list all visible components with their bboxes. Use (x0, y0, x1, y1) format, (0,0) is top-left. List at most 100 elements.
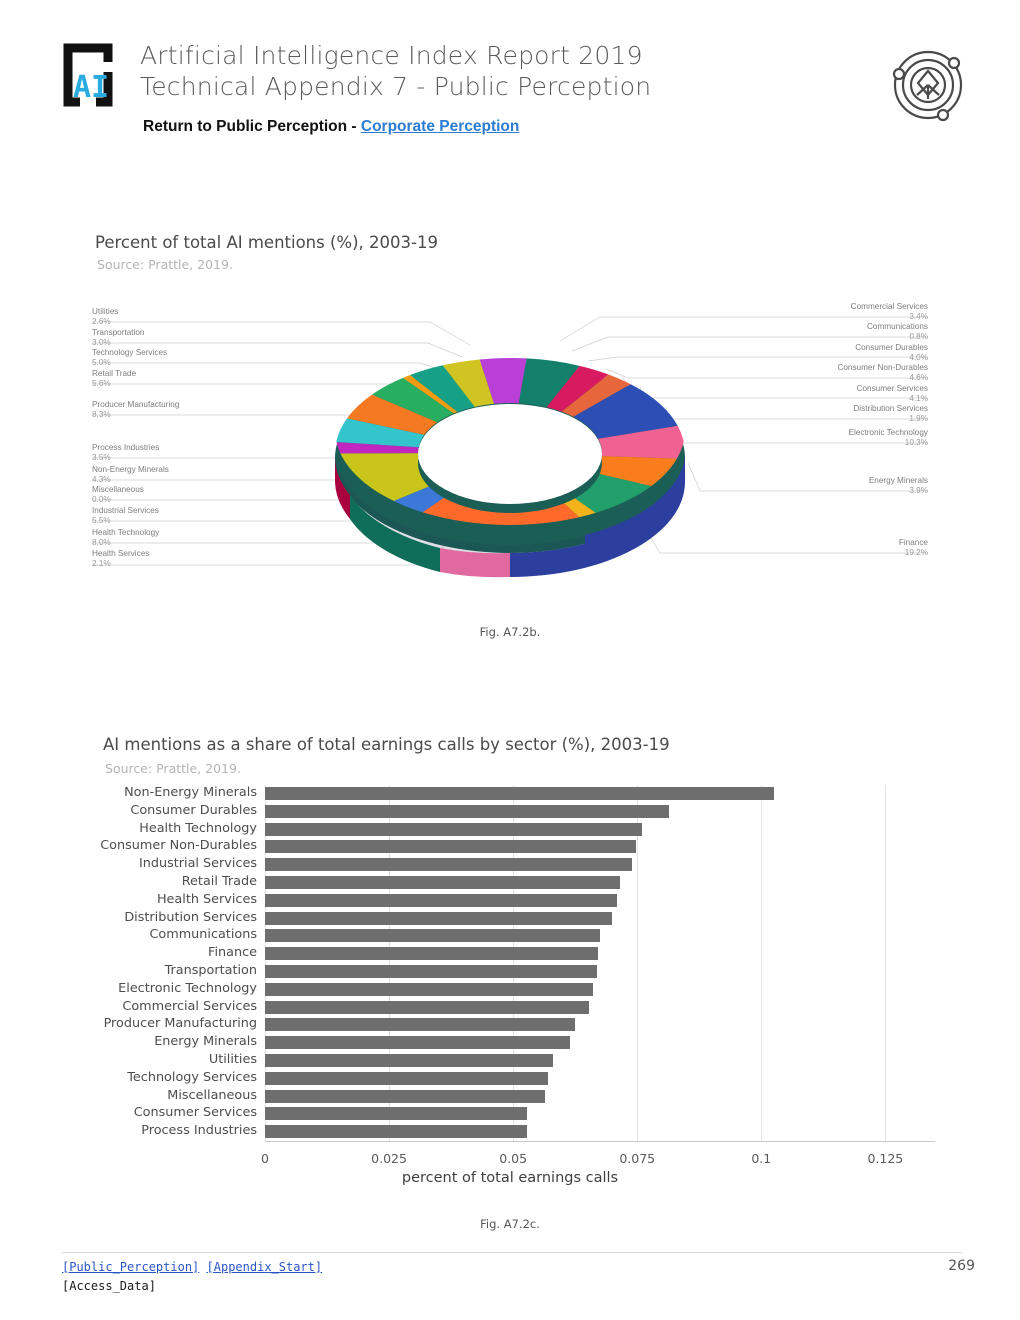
label-name: Communications (867, 322, 928, 331)
bar-row: Miscellaneous (0, 1087, 1020, 1103)
label-name: Commercial Services (850, 302, 928, 311)
return-label: Return to Public Perception - (143, 118, 361, 135)
label-value: 19.2% (904, 548, 928, 557)
bar-row: Commercial Services (0, 998, 1020, 1014)
figure-a7-2b: Percent of total AI mentions (%), 2003-1… (0, 225, 1020, 655)
bar (265, 893, 618, 907)
bar-row: Finance (0, 945, 1020, 961)
donut-label-commercial-services: Commercial Services 3.4% (851, 302, 928, 322)
x-axis-tick: 0.025 (371, 1151, 407, 1166)
bar-row: Transportation (0, 963, 1020, 978)
page-number: 269 (948, 1258, 975, 1274)
bar-category-label: Miscellaneous (167, 1087, 257, 1103)
bar (265, 1125, 528, 1139)
label-name: Electronic Technology (848, 428, 929, 437)
donut-label-non-energy-minerals: Non-Energy Minerals 4.3% (92, 465, 169, 485)
page: AI Artificial Intelligence Index Report … (0, 0, 1020, 1320)
stanford-hai-emblem (886, 43, 970, 127)
bar (265, 911, 613, 925)
label-name: Consumer Services (856, 384, 928, 393)
figure-a7-2c: AI mentions as a share of total earnings… (0, 725, 1020, 1245)
figure1-caption: Fig. A7.2b. (479, 625, 541, 639)
x-axis-line (265, 1141, 935, 1142)
label-name: Process Industries (92, 443, 160, 452)
bar-category-label: Process Industries (141, 1123, 257, 1139)
report-title-line-1: Artificial Intelligence Index Report 201… (140, 41, 643, 70)
donut-label-consumer-services: Consumer Services 4.1% (857, 384, 928, 404)
label-value: 10.3% (904, 438, 928, 447)
label-name: Producer Manufacturing (92, 400, 180, 409)
label-name: Non-Energy Minerals (92, 465, 169, 474)
label-value: 0.8% (909, 332, 928, 341)
bar-row: Consumer Durables (0, 802, 1020, 818)
label-name: Energy Minerals (868, 476, 928, 485)
label-name: Health Technology (92, 528, 160, 537)
donut-label-health-technology: Health Technology 8.0% (92, 528, 159, 548)
donut-label-consumer-durables: Consumer Durables 4.0% (855, 343, 928, 363)
donut-label-health-services: Health Services 2.1% (92, 549, 149, 569)
label-name: Utilities (92, 307, 119, 316)
report-title-line-2: Technical Appendix 7 - Public Perception (140, 72, 652, 101)
bar-row: Process Industries (0, 1123, 1020, 1139)
donut-label-producer-manufacturing: Producer Manufacturing 8.3% (92, 400, 179, 420)
bar-row: Energy Minerals (0, 1034, 1020, 1050)
figure1-title: Percent of total AI mentions (%), 2003-1… (95, 233, 438, 252)
donut-label-energy-minerals: Energy Minerals 3.9% (869, 476, 928, 496)
grid-line (637, 785, 639, 1141)
donut-chart: Utilities 2.6% Transportation 3.0% Techn… (0, 295, 1020, 595)
bar (265, 982, 593, 996)
bar (265, 1089, 546, 1103)
bar-row: Technology Services (0, 1070, 1020, 1085)
bar-category-label: Commercial Services (122, 998, 257, 1014)
grid-line (389, 785, 391, 1141)
label-name: Retail Trade (92, 369, 137, 378)
bar-row: Utilities (0, 1052, 1020, 1067)
figure2-caption: Fig. A7.2c. (480, 1217, 540, 1231)
bar-category-label: Retail Trade (181, 874, 257, 889)
grid-line (265, 785, 266, 1141)
donut-label-communications: Communications 0.8% (867, 322, 928, 342)
bar (265, 1107, 528, 1121)
label-value: 4.3% (92, 475, 111, 484)
label-name: Consumer Non-Durables (837, 363, 928, 372)
label-value: 2.1% (92, 559, 111, 568)
bar-row: Health Technology (0, 821, 1020, 836)
bar-category-label: Industrial Services (138, 856, 257, 872)
bar-category-label: Consumer Durables (130, 802, 257, 818)
label-name: Miscellaneous (92, 485, 144, 494)
bar-row: Consumer Non-Durables (0, 838, 1020, 854)
donut-label-retail-trade: Retail Trade 5.6% (92, 369, 136, 389)
bar (265, 1000, 589, 1014)
grid-line (885, 785, 887, 1141)
bar-category-label: Finance (208, 945, 257, 961)
label-value: 3.0% (92, 338, 111, 347)
label-value: 2.6% (92, 317, 111, 326)
bar-row: Health Services (0, 892, 1020, 907)
label-name: Technology Services (92, 348, 168, 357)
bar-category-label: Producer Manufacturing (103, 1016, 257, 1032)
label-value: 5.6% (92, 379, 111, 388)
corporate-perception-link[interactable]: Corporate Perception (361, 118, 519, 135)
label-value: 3.4% (909, 312, 928, 321)
figure1-source: Source: Prattle, 2019. (97, 257, 233, 272)
bar-category-label: Non-Energy Minerals (124, 785, 257, 800)
donut-label-distribution-services: Distribution Services 1.9% (853, 404, 928, 424)
label-value: 4.0% (909, 353, 928, 362)
x-axis-tick: 0 (261, 1151, 269, 1166)
bar-category-label: Energy Minerals (154, 1034, 257, 1050)
bar-row: Distribution Services (0, 910, 1020, 925)
bar (265, 876, 620, 889)
svg-text:AI: AI (73, 70, 109, 105)
label-value: 4.1% (909, 394, 928, 403)
bar-category-label: Transportation (164, 963, 257, 978)
grid-line (761, 785, 763, 1141)
figure2-source: Source: Prattle, 2019. (105, 761, 241, 776)
bar (265, 1018, 576, 1032)
bar (265, 822, 643, 836)
bar-category-label: Communications (149, 927, 257, 943)
footer-divider (62, 1252, 962, 1253)
bar-category-label: Electronic Technology (118, 980, 257, 996)
grid-line (513, 785, 515, 1141)
donut-label-finance: Finance 19.2% (899, 538, 928, 558)
label-value: 0.0% (92, 495, 111, 504)
